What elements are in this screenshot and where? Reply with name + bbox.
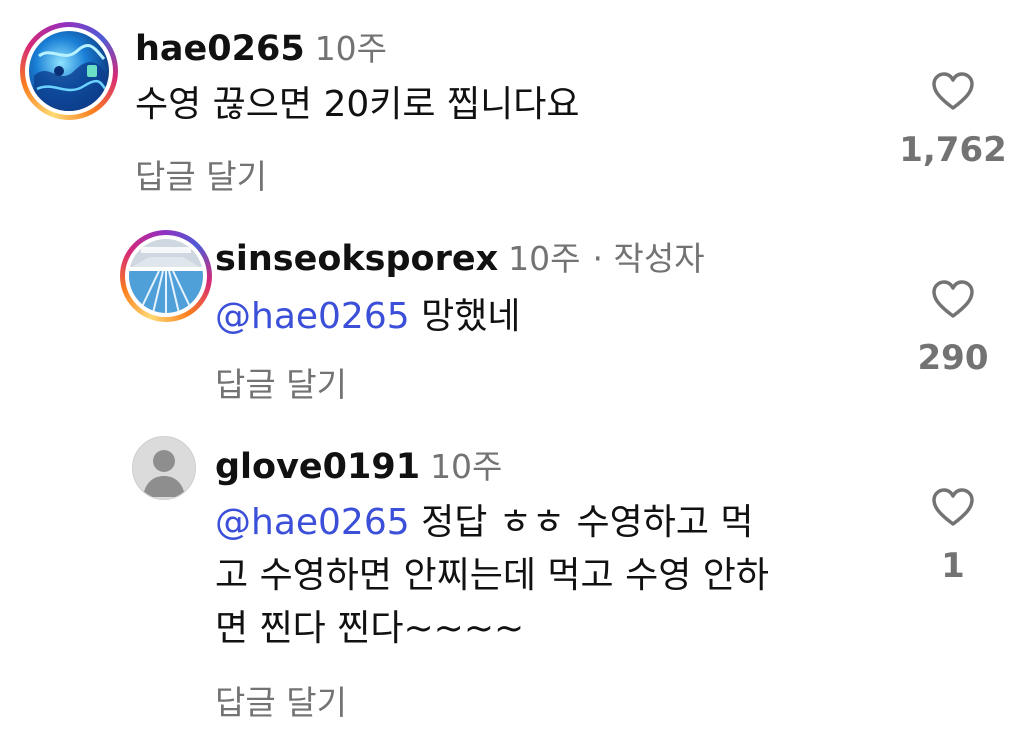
like-count: 1 [941,546,965,586]
reply-button[interactable]: 답글 달기 [215,676,347,724]
like-area: 1 [888,488,1018,586]
mention-link[interactable]: @hae0265 [215,502,410,543]
default-user-avatar-icon[interactable] [132,436,196,500]
comment-username[interactable]: glove0191 [215,447,420,487]
heart-icon[interactable] [931,488,975,528]
comment-item: glove0191 10주 @hae0265 정답 ㅎㅎ 수영하고 먹 고 수영… [0,0,1024,732]
comment-text: @hae0265 정답 ㅎㅎ 수영하고 먹 고 수영하면 안찌는데 먹고 수영 … [215,502,770,649]
comment-timestamp: 10주 [430,447,503,486]
